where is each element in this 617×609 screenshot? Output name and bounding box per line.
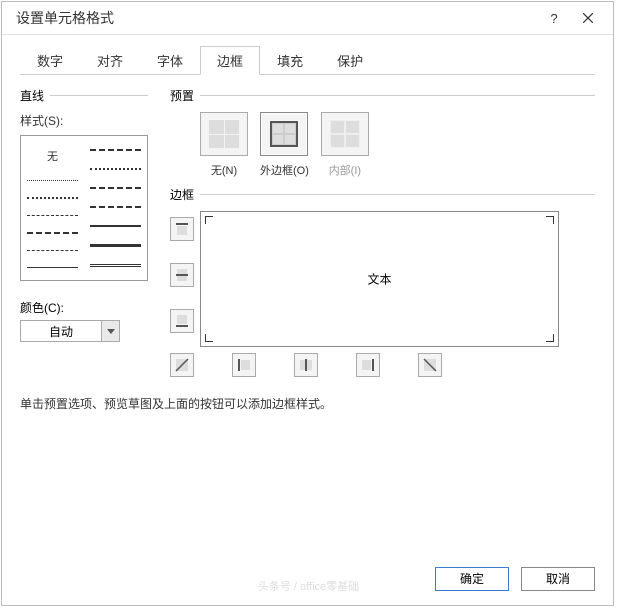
style-dotted[interactable] <box>27 180 78 181</box>
preset-outline-button[interactable] <box>260 112 308 156</box>
tab-number[interactable]: 数字 <box>20 46 80 74</box>
color-value: 自动 <box>21 323 101 340</box>
dialog-footer: 确定 取消 <box>2 553 613 605</box>
border-left-button[interactable] <box>232 353 256 377</box>
preset-inside-button[interactable] <box>321 112 369 156</box>
style-dash-dot[interactable] <box>27 232 78 234</box>
border-hmid-button[interactable] <box>170 263 194 287</box>
style-label: 样式(S): <box>20 112 148 129</box>
close-button[interactable] <box>571 6 605 30</box>
style-double[interactable] <box>90 264 141 267</box>
style-slanted[interactable] <box>90 206 141 208</box>
preview-text: 文本 <box>367 271 391 288</box>
ok-button[interactable]: 确定 <box>435 567 509 591</box>
chevron-down-icon <box>101 321 119 341</box>
border-vmid-button[interactable] <box>294 353 318 377</box>
border-diag-down-button[interactable] <box>418 353 442 377</box>
dialog-title: 设置单元格格式 <box>16 8 537 28</box>
preset-none-label: 无(N) <box>211 162 237 178</box>
preset-inside-label: 内部(I) <box>329 162 361 178</box>
style-dash-dot-dot[interactable] <box>27 250 78 251</box>
style-med-dash[interactable] <box>90 149 141 151</box>
style-none[interactable]: 无 <box>27 148 78 164</box>
color-label: 颜色(C): <box>20 299 148 316</box>
style-dashed[interactable] <box>27 215 78 216</box>
titlebar: 设置单元格格式 ? <box>2 2 613 35</box>
border-top-button[interactable] <box>170 217 194 241</box>
left-panel: 直线 样式(S): 无 <box>20 87 148 377</box>
style-med-dot[interactable] <box>90 168 141 170</box>
style-thick[interactable] <box>90 244 141 247</box>
preset-outline-label: 外边框(O) <box>260 162 309 178</box>
tab-fill[interactable]: 填充 <box>260 46 320 74</box>
hint-text: 单击预置选项、预览草图及上面的按钮可以添加边框样式。 <box>20 395 595 412</box>
preset-section-label: 预置 <box>170 87 194 104</box>
border-diag-up-button[interactable] <box>170 353 194 377</box>
tab-row: 数字 对齐 字体 边框 填充 保护 <box>20 47 595 75</box>
tab-border[interactable]: 边框 <box>200 46 260 75</box>
close-icon <box>583 13 593 23</box>
right-panel: 预置 无(N) 外边框(O) 内部(I) 边框 <box>170 87 595 377</box>
help-button[interactable]: ? <box>537 6 571 30</box>
preset-none-button[interactable] <box>200 112 248 156</box>
style-thin[interactable] <box>27 267 78 268</box>
border-section-label: 边框 <box>170 186 194 203</box>
tab-protect[interactable]: 保护 <box>320 46 380 74</box>
cancel-button[interactable]: 取消 <box>521 567 595 591</box>
format-cells-dialog: 设置单元格格式 ? 数字 对齐 字体 边框 填充 保护 直线 样式(S): 无 <box>1 1 614 606</box>
line-style-list[interactable]: 无 <box>20 135 148 281</box>
border-right-button[interactable] <box>356 353 380 377</box>
border-preview[interactable]: 文本 <box>200 211 559 347</box>
line-section-label: 直线 <box>20 87 44 104</box>
tab-align[interactable]: 对齐 <box>80 46 140 74</box>
style-medium[interactable] <box>90 225 141 227</box>
tab-font[interactable]: 字体 <box>140 46 200 74</box>
border-bottom-button[interactable] <box>170 309 194 333</box>
color-dropdown[interactable]: 自动 <box>20 320 120 342</box>
border-area: 文本 <box>170 211 595 347</box>
preset-row: 无(N) 外边框(O) 内部(I) <box>200 112 595 178</box>
style-med-dash-dot[interactable] <box>90 187 141 189</box>
style-dotted-2[interactable] <box>27 197 78 199</box>
tab-body: 直线 样式(S): 无 <box>20 75 595 377</box>
dialog-content: 数字 对齐 字体 边框 填充 保护 直线 样式(S): 无 <box>2 35 613 553</box>
